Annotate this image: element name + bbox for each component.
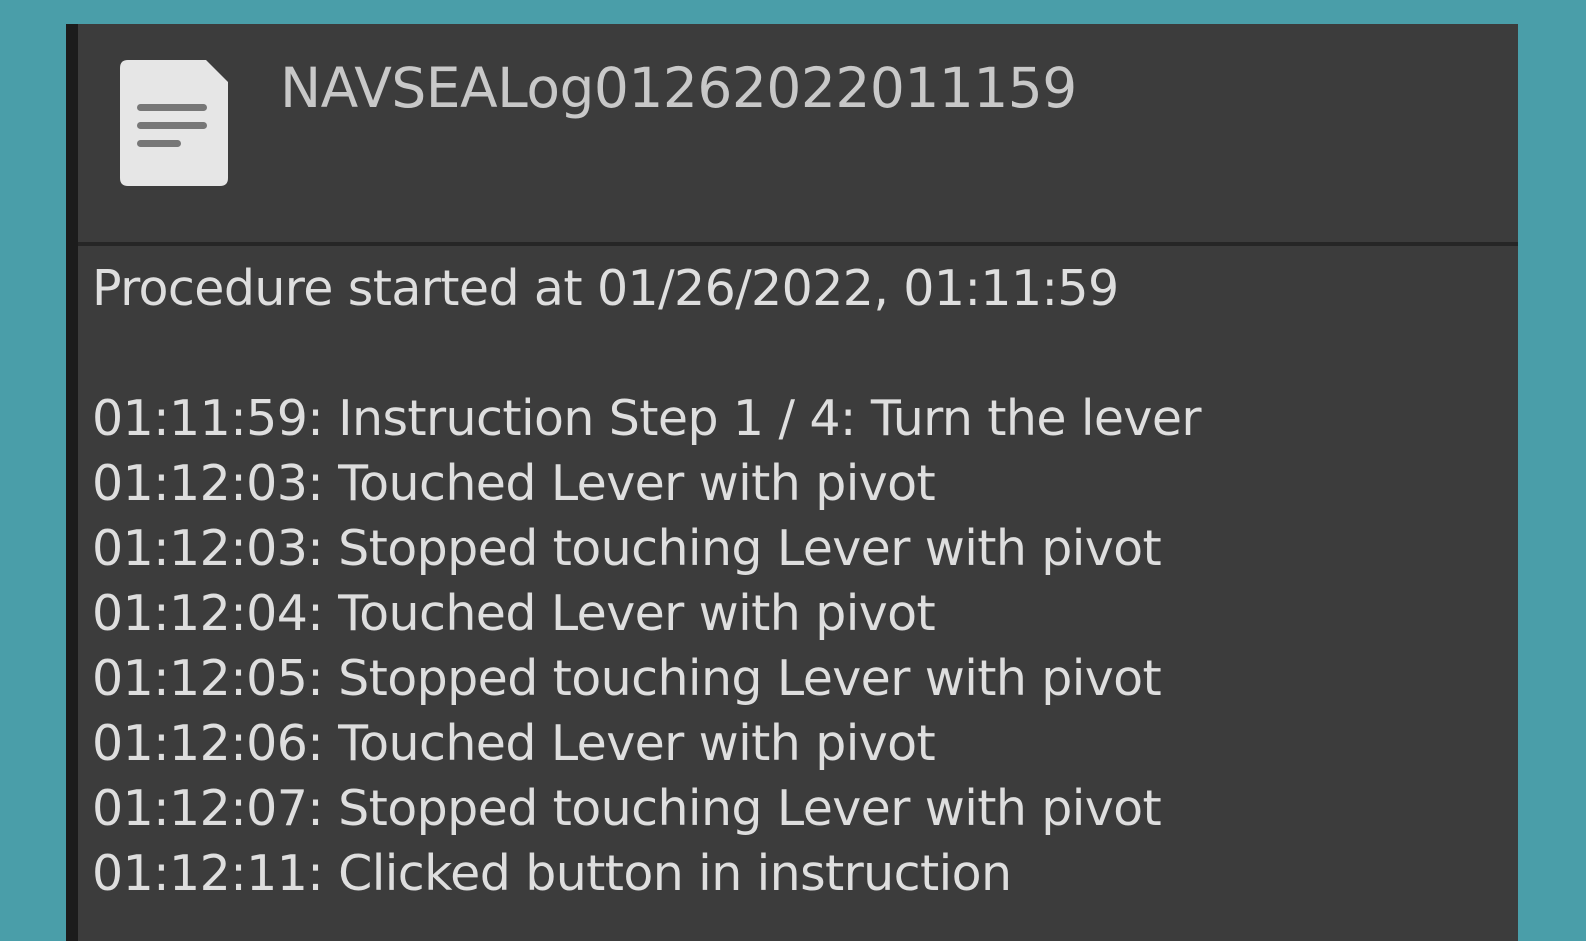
log-content: Procedure started at 01/26/2022, 01:11:5… — [92, 256, 1498, 941]
log-entry: 01:12:03: Stopped touching Lever with pi… — [92, 520, 1162, 577]
log-entry: 01:12:07: Stopped touching Lever with pi… — [92, 780, 1162, 837]
log-entry: 01:12:11: Clicked button in instruction — [92, 845, 1012, 902]
file-name[interactable]: NAVSEALog01262022011159 — [280, 52, 1077, 124]
log-file-panel: NAVSEALog01262022011159 Procedure starte… — [66, 24, 1518, 941]
log-entry: 01:12:03: Touched Lever with pivot — [92, 455, 936, 512]
file-header: NAVSEALog01262022011159 — [78, 24, 1518, 246]
log-entry: 01:12:06: Touched Lever with pivot — [92, 715, 936, 772]
procedure-start-line: Procedure started at 01/26/2022, 01:11:5… — [92, 260, 1119, 317]
log-entry: 01:12:05: Stopped touching Lever with pi… — [92, 650, 1162, 707]
log-entry: 01:12:04: Touched Lever with pivot — [92, 585, 936, 642]
log-entry: 01:11:59: Instruction Step 1 / 4: Turn t… — [92, 390, 1202, 447]
document-icon[interactable] — [120, 60, 228, 186]
